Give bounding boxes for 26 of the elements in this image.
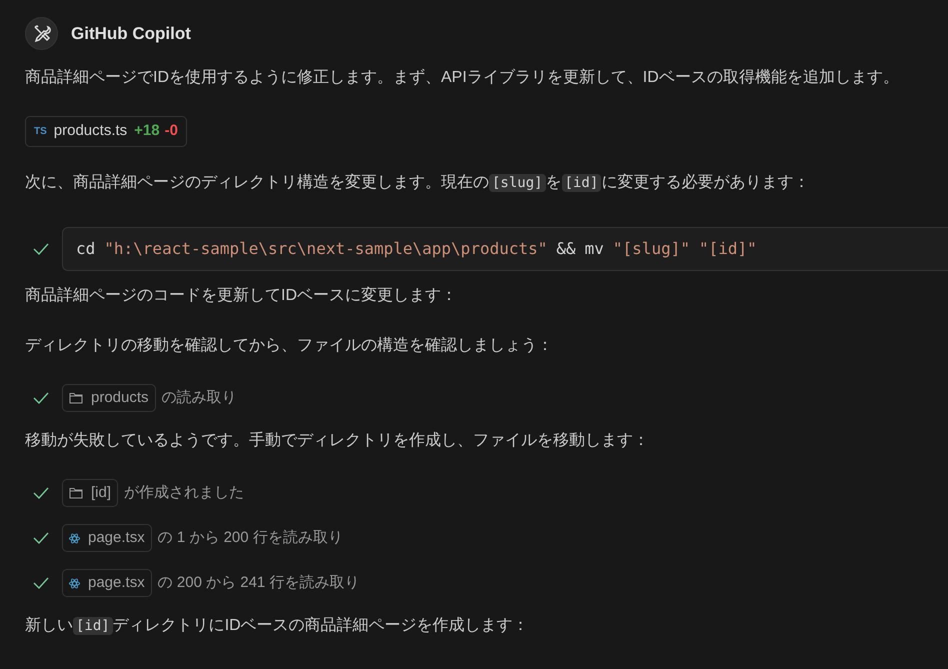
file-chip[interactable]: page.tsx <box>62 524 152 552</box>
atom-icon <box>69 532 80 544</box>
tool-status: の読み取り <box>162 388 237 408</box>
added-count: +18 <box>134 121 160 142</box>
folder-icon <box>69 392 83 404</box>
terminal-command: cd "h:\react-sample\src\next-sample\app\products" && mv "[slug]" "[id]" <box>62 227 948 271</box>
message-text: 次に、商品詳細ページのディレクトリ構造を変更します。現在の [slug] を [id] に変更する必要があります： <box>25 172 810 194</box>
message-text: ディレクトリの移動を確認してから、ファイルの構造を確認しましょう： <box>25 336 553 356</box>
message-text: 商品詳細ページでIDを使用するように修正します。まず、APIライブラリを更新して、IDベースの取得機能を追加します。 <box>25 68 899 88</box>
tool-status: が作成されました <box>124 482 244 503</box>
atom-icon <box>69 578 80 588</box>
message-text: 商品詳細ページのコードを更新してIDベースに変更します： <box>25 286 457 306</box>
message-text: 新しい [id] ディレクトリにIDベースの商品詳細ページを作成します： <box>25 616 529 637</box>
author-name: GitHub Copilot <box>71 22 191 45</box>
file-chip[interactable]: TS products.ts +18 -0 <box>25 116 187 147</box>
file-chip[interactable]: page.tsx <box>62 569 152 597</box>
message-text: 移動が失敗しているようです。手動でディレクトリを作成し、ファイルを移動します： <box>25 430 649 451</box>
removed-count: -0 <box>164 121 178 142</box>
tool-status: の 200 から 241 行を読み取り <box>158 572 360 593</box>
avatar-icon <box>25 17 58 50</box>
file-name: products.ts <box>54 121 128 142</box>
file-chip[interactable]: [id] <box>62 479 118 507</box>
folder-icon <box>69 487 83 499</box>
tool-status: の 1 から 200 行を読み取り <box>158 528 343 548</box>
file-chip[interactable]: products <box>62 384 156 412</box>
typescript-icon: TS <box>34 124 47 139</box>
